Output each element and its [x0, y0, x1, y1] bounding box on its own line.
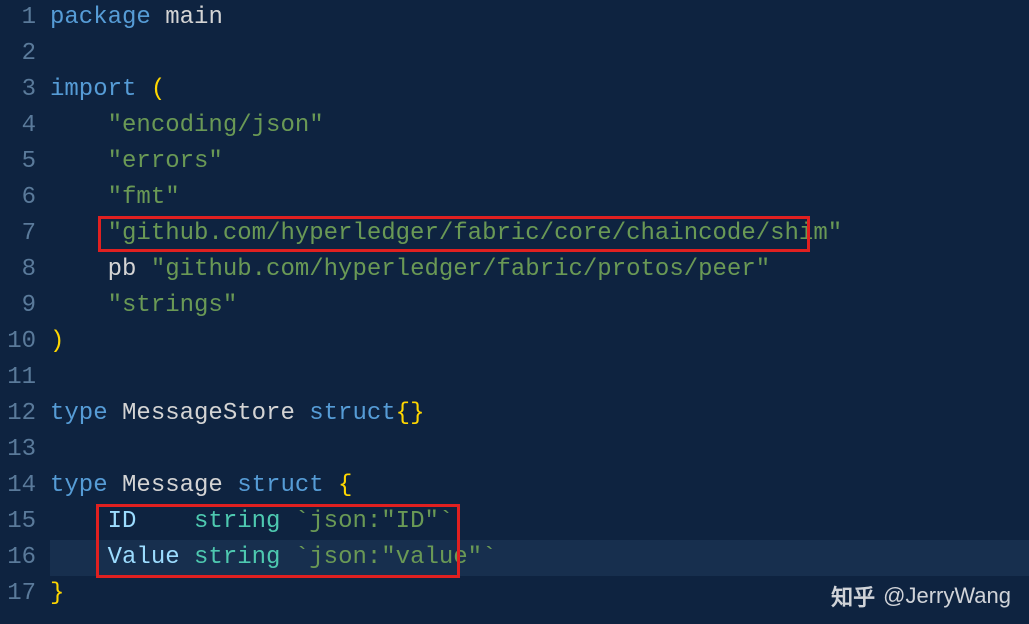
keyword-type: type: [50, 400, 108, 427]
line-number: 3: [0, 72, 36, 108]
code-line[interactable]: "errors": [50, 144, 1029, 180]
import-path-shim: "github.com/hyperledger/fabric/core/chai…: [108, 220, 843, 247]
type-name: Message: [108, 472, 238, 499]
code-line[interactable]: [50, 360, 1029, 396]
code-line[interactable]: "strings": [50, 288, 1029, 324]
close-paren: ): [50, 328, 64, 355]
code-line[interactable]: ID string `json:"ID"`: [50, 504, 1029, 540]
import-alias: pb: [108, 256, 151, 283]
struct-tag: `json:"ID"`: [280, 508, 453, 535]
line-number: 6: [0, 180, 36, 216]
line-number: 10: [0, 324, 36, 360]
keyword-type: type: [50, 472, 108, 499]
import-path: "fmt": [108, 184, 180, 211]
line-number: 9: [0, 288, 36, 324]
keyword-struct: struct: [237, 472, 323, 499]
code-line[interactable]: type MessageStore struct{}: [50, 396, 1029, 432]
watermark-author: @JerryWang: [883, 583, 1011, 609]
field-name: ID: [108, 508, 194, 535]
package-name: main: [151, 4, 223, 31]
code-line[interactable]: "github.com/hyperledger/fabric/core/chai…: [50, 216, 1029, 252]
code-line[interactable]: [50, 432, 1029, 468]
code-editor[interactable]: 1 2 3 4 5 6 7 8 9 10 11 12 13 14 15 16 1…: [0, 0, 1029, 624]
watermark: 知乎 @JerryWang: [831, 580, 1011, 612]
field-type: string: [194, 508, 280, 535]
code-line[interactable]: type Message struct {: [50, 468, 1029, 504]
import-path: "encoding/json": [108, 112, 324, 139]
code-line[interactable]: import (: [50, 72, 1029, 108]
line-number: 7: [0, 216, 36, 252]
code-line-current[interactable]: Value string `json:"value"`: [50, 540, 1029, 576]
field-name: Value: [108, 544, 194, 571]
line-number: 13: [0, 432, 36, 468]
zhihu-icon: 知乎: [831, 580, 875, 612]
field-type: string: [194, 544, 280, 571]
open-brace: {: [324, 472, 353, 499]
line-number: 15: [0, 504, 36, 540]
type-name: MessageStore: [108, 400, 310, 427]
code-area[interactable]: package main import ( "encoding/json" "e…: [50, 0, 1029, 624]
struct-tag: `json:"value"`: [280, 544, 496, 571]
line-number: 17: [0, 576, 36, 612]
line-number: 1: [0, 0, 36, 36]
close-brace: }: [50, 580, 64, 607]
line-number: 4: [0, 108, 36, 144]
line-number: 8: [0, 252, 36, 288]
import-path: "errors": [108, 148, 223, 175]
code-line[interactable]: [50, 36, 1029, 72]
code-line[interactable]: pb "github.com/hyperledger/fabric/protos…: [50, 252, 1029, 288]
line-number: 14: [0, 468, 36, 504]
line-number: 12: [0, 396, 36, 432]
code-line[interactable]: "fmt": [50, 180, 1029, 216]
code-line[interactable]: package main: [50, 0, 1029, 36]
keyword-struct: struct: [309, 400, 395, 427]
line-number: 5: [0, 144, 36, 180]
code-line[interactable]: "encoding/json": [50, 108, 1029, 144]
open-paren: (: [136, 76, 165, 103]
line-number-gutter: 1 2 3 4 5 6 7 8 9 10 11 12 13 14 15 16 1…: [0, 0, 50, 624]
empty-braces: {}: [396, 400, 425, 427]
keyword-package: package: [50, 4, 151, 31]
import-path: "github.com/hyperledger/fabric/protos/pe…: [151, 256, 770, 283]
import-path: "strings": [108, 292, 238, 319]
keyword-import: import: [50, 76, 136, 103]
line-number: 11: [0, 360, 36, 396]
line-number: 2: [0, 36, 36, 72]
code-line[interactable]: ): [50, 324, 1029, 360]
line-number: 16: [0, 540, 36, 576]
